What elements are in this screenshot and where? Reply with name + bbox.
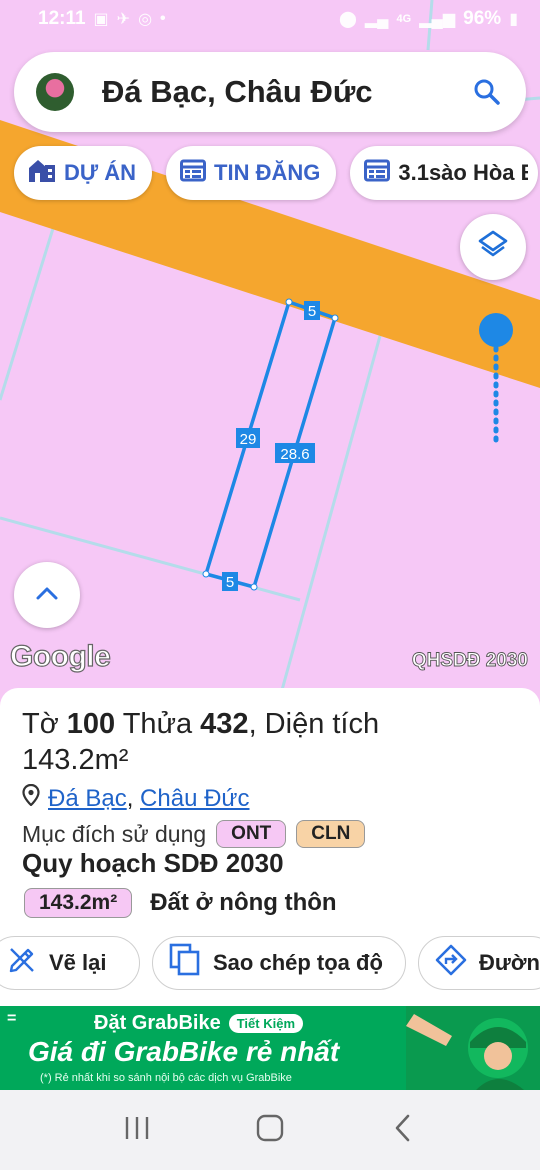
back-icon (393, 1113, 413, 1148)
signal-bars-icon: ▂▄▆ (419, 11, 456, 28)
filter-chips: DỰ ÁN TIN ĐĂNG 3.1sào Hòa Bì (14, 146, 539, 200)
svg-text:28.6: 28.6 (280, 446, 309, 463)
slider-handle[interactable] (479, 313, 513, 347)
directions-button[interactable]: Đường (418, 936, 540, 990)
system-nav-bar (0, 1090, 540, 1170)
location-pin-icon (22, 783, 40, 813)
plan-row: 143.2m² Đất ở nông thôn (24, 888, 337, 918)
avatar[interactable] (36, 73, 74, 111)
map-layer-credit: QHSDĐ 2030 (411, 650, 528, 672)
ad-note: (*) Rẻ nhất khi so sánh nội bộ các dịch … (40, 1072, 292, 1084)
svg-text:5: 5 (226, 574, 234, 591)
parcel-number: 432 (200, 708, 249, 740)
chip-listing[interactable]: 3.1sào Hòa Bì (350, 146, 539, 200)
redraw-button[interactable]: Vẽ lại (0, 936, 140, 990)
ad-headline: Giá đi GrabBike rẻ nhất (28, 1036, 340, 1067)
parcel-prefix: Thửa (115, 708, 201, 740)
purpose-badge-cln: CLN (296, 820, 366, 848)
parcel-title: Tờ 100 Thửa 432, Diện tích (22, 708, 379, 741)
directions-icon (435, 944, 467, 982)
svg-text:29: 29 (240, 431, 257, 448)
purpose-label: Mục đích sử dụng (22, 820, 207, 847)
signal-icon: ▂▄ (364, 11, 389, 28)
sheet-number: 100 (66, 708, 116, 740)
ad-banner[interactable]: = Đặt GrabBike Tiết Kiệm Giá đi GrabBike… (0, 1006, 540, 1090)
plot-outline[interactable] (203, 299, 338, 590)
status-time: 12:11 (38, 8, 86, 29)
search-bar[interactable]: Đá Bạc, Châu Đức (14, 52, 526, 132)
layers-button[interactable] (460, 214, 526, 280)
ad-rider-image (406, 1006, 540, 1090)
chip-tin-dang[interactable]: TIN ĐĂNG (166, 146, 337, 200)
plan-land-type: Đất ở nông thôn (150, 889, 337, 916)
location-pin-icon: ⬤ (338, 11, 357, 28)
ad-menu-icon[interactable]: = (7, 1010, 16, 1028)
network-label: 4G (396, 13, 412, 25)
airplane-icon: ✈ (116, 11, 131, 28)
chip-label: DỰ ÁN (64, 160, 137, 185)
layers-icon (477, 229, 509, 266)
redraw-icon (7, 945, 37, 981)
recents-button[interactable] (107, 1105, 167, 1155)
sheet-prefix: Tờ (22, 708, 67, 740)
dot-icon: • (160, 10, 166, 27)
building-icon (28, 157, 56, 189)
calendar-icon (364, 158, 391, 188)
search-icon[interactable] (470, 75, 504, 109)
battery-icon: ▮ (509, 11, 518, 28)
status-bar: 12:11 ▣ ✈ ◎ • ⬤ ▂▄ 4G ▂▄▆ 96% ▮ (0, 0, 540, 38)
svg-text:5: 5 (308, 303, 316, 320)
copy-coordinates-button[interactable]: Sao chép tọa độ (152, 936, 406, 990)
calendar-icon (180, 158, 207, 188)
back-button[interactable] (373, 1105, 433, 1155)
google-logo: Google (9, 639, 111, 673)
purpose-badge-ont: ONT (216, 820, 287, 848)
action-buttons: Vẽ lại Sao chép tọa độ Đường (0, 936, 540, 990)
land-purpose-row: Mục đích sử dụng ONT CLN (22, 820, 366, 848)
recents-icon (123, 1115, 151, 1146)
location-target-icon: ◎ (138, 11, 153, 28)
area-prefix: , Diện tích (248, 708, 380, 740)
directions-label: Đường (479, 950, 540, 975)
plot-dim-top: 5 (304, 301, 320, 320)
plot-dim-left: 29 (236, 428, 260, 448)
parcel-area: 143.2m² (22, 744, 129, 776)
battery-percent: 96% (463, 8, 502, 29)
plan-area-badge: 143.2m² (24, 888, 133, 918)
chip-label: TIN ĐĂNG (214, 160, 321, 185)
parcel-location: Đá Bạc, Châu Đức (22, 783, 250, 813)
gallery-icon: ▣ (93, 11, 109, 28)
copy-label: Sao chép tọa độ (213, 950, 383, 975)
ad-title: Đặt GrabBike (94, 1012, 221, 1034)
ward-link[interactable]: Đá Bạc (48, 785, 127, 813)
chip-label: 3.1sào Hòa Bì (398, 160, 529, 185)
parcel-info-sheet: Tờ 100 Thửa 432, Diện tích 143.2m² Đá Bạ… (0, 688, 540, 1006)
search-title[interactable]: Đá Bạc, Châu Đức (102, 74, 470, 110)
redraw-label: Vẽ lại (49, 950, 107, 975)
ad-top-row: Đặt GrabBike Tiết Kiệm (94, 1012, 303, 1035)
copy-icon (169, 943, 201, 983)
home-icon (255, 1113, 285, 1148)
chip-du-an[interactable]: DỰ ÁN (14, 146, 153, 200)
plan-title: Quy hoạch SDĐ 2030 (22, 848, 284, 878)
plot-dim-bottom: 5 (222, 572, 238, 591)
plot-vertices (202, 298, 339, 591)
home-button[interactable] (240, 1105, 300, 1155)
district-link[interactable]: Châu Đức (140, 785, 249, 813)
expand-up-button[interactable] (14, 562, 80, 628)
ad-pill: Tiết Kiệm (228, 1014, 303, 1033)
location-separator: , (126, 784, 141, 812)
plot-dim-right: 28.6 (275, 443, 315, 463)
opacity-slider[interactable] (478, 312, 514, 452)
chevron-up-icon (35, 585, 59, 606)
